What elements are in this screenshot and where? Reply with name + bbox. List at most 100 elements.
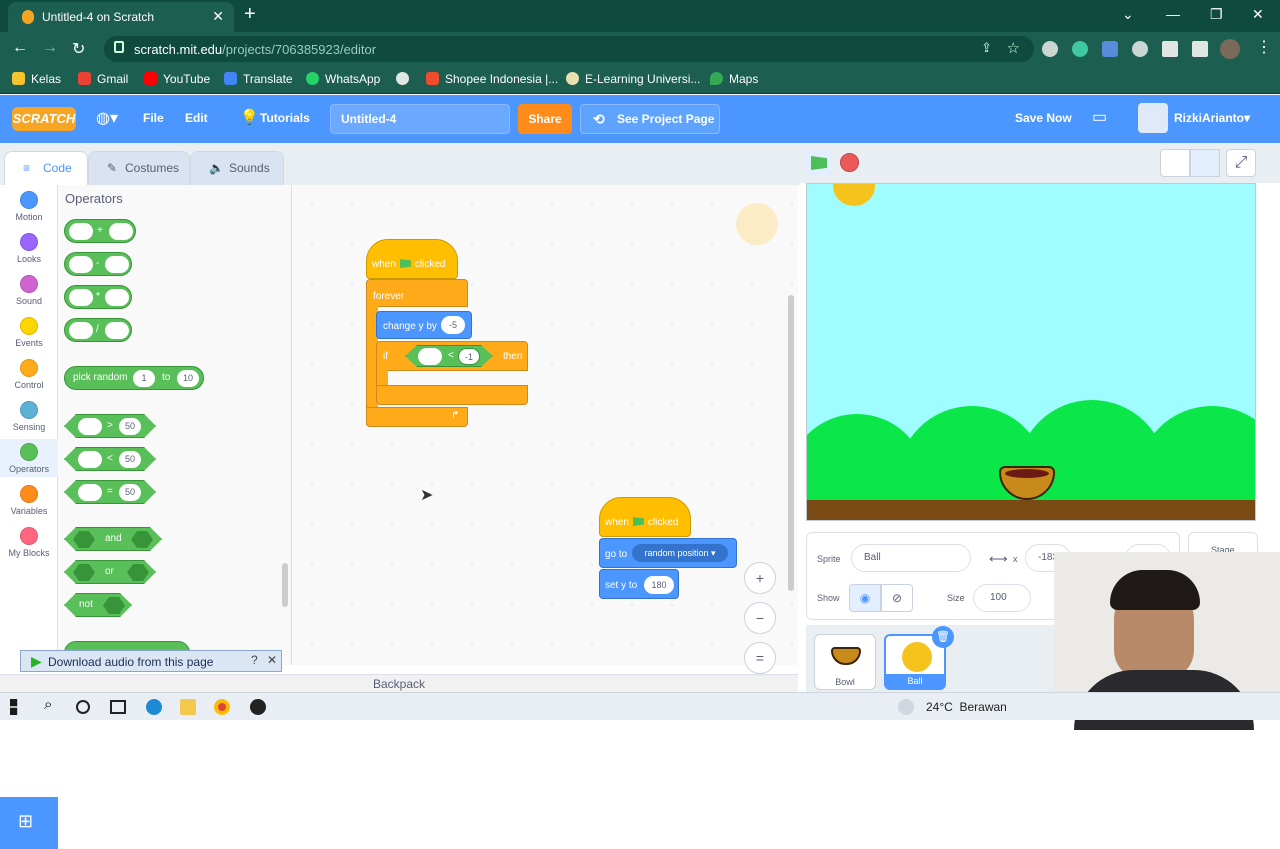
delete-sprite-icon[interactable]: 🗑 xyxy=(932,626,954,648)
fullscreen-icon[interactable]: ⤢ xyxy=(1226,149,1256,177)
workspace-scrollbar[interactable] xyxy=(788,295,794,591)
category-motion[interactable]: Motion xyxy=(0,191,58,222)
category-variables[interactable]: Variables xyxy=(0,485,58,516)
translate-extension-icon[interactable] xyxy=(1102,41,1118,57)
my-stuff-folder-icon[interactable]: ▭ xyxy=(1092,107,1107,127)
weather-text[interactable]: 24°C Berawan xyxy=(926,700,1007,714)
close-tab-icon[interactable]: ✕ xyxy=(212,8,224,25)
bookmark-translate[interactable]: Translate xyxy=(224,72,293,86)
add-block[interactable]: + xyxy=(64,219,136,243)
sprite-name-input[interactable]: Ball xyxy=(851,544,971,572)
camera-extension-icon[interactable] xyxy=(1132,41,1148,57)
edge-icon[interactable] xyxy=(146,699,162,715)
save-now-button[interactable]: Save Now xyxy=(1015,111,1072,125)
tutorials-menu[interactable]: Tutorials xyxy=(260,111,310,125)
equals-block[interactable]: = 50 xyxy=(64,480,156,504)
pick-random-block[interactable]: pick random 1 to 10 xyxy=(64,366,204,390)
if-then-block[interactable]: if < -1 then xyxy=(376,341,528,371)
sprite-thumb-bowl[interactable]: Bowl xyxy=(814,634,876,690)
extension-icon[interactable] xyxy=(1042,41,1058,57)
cortana-icon[interactable] xyxy=(76,700,90,714)
stop-button[interactable] xyxy=(840,153,859,172)
download-audio-bar[interactable]: ▶ Download audio from this page ? ✕ xyxy=(20,650,282,672)
when-flag-clicked-block[interactable]: when clicked xyxy=(366,239,458,279)
obs-icon[interactable] xyxy=(250,699,266,715)
category-my-blocks[interactable]: My Blocks xyxy=(0,527,58,558)
reload-icon[interactable]: ↻ xyxy=(72,39,85,59)
puzzle-icon[interactable] xyxy=(1162,41,1178,57)
when-flag-clicked-block-2[interactable]: when clicked xyxy=(599,497,691,537)
tab-code[interactable]: ≡ Code xyxy=(4,151,88,185)
change-y-block[interactable]: change y by -5 xyxy=(376,311,472,339)
category-looks[interactable]: Looks xyxy=(0,233,58,264)
go-to-dropdown[interactable]: random position ▾ xyxy=(632,544,728,562)
extension-icon[interactable] xyxy=(1072,41,1088,57)
tab-sounds[interactable]: 🔈 Sounds xyxy=(190,151,284,185)
bookmark-youtube[interactable]: YouTube xyxy=(144,72,210,86)
category-sensing[interactable]: Sensing xyxy=(0,401,58,432)
bookmark-elearning[interactable]: E-Learning Universi... xyxy=(566,72,700,86)
category-events[interactable]: Events xyxy=(0,317,58,348)
address-bar[interactable]: scratch.mit.edu/projects/706385923/edito… xyxy=(104,36,1034,62)
profile-avatar[interactable] xyxy=(1220,39,1240,59)
download-audio-label[interactable]: Download audio from this page xyxy=(48,655,213,669)
bookmark-maps[interactable]: Maps xyxy=(710,72,758,86)
or-block[interactable]: or xyxy=(64,560,156,584)
forward-icon[interactable]: → xyxy=(42,39,58,57)
less-than-block[interactable]: <50 xyxy=(64,447,156,471)
show-eye-icon[interactable]: ◉ xyxy=(849,584,881,612)
hide-eye-icon[interactable]: ⊘ xyxy=(881,584,913,612)
sidepanel-icon[interactable] xyxy=(1192,41,1208,57)
bookmark-shopee[interactable]: Shopee Indonesia |... xyxy=(426,72,558,86)
divide-block[interactable]: / xyxy=(64,318,132,342)
stage[interactable] xyxy=(806,183,1256,521)
task-view-icon[interactable] xyxy=(110,700,126,714)
category-control[interactable]: Control xyxy=(0,359,58,390)
category-sound[interactable]: Sound xyxy=(0,275,58,306)
username[interactable]: RizkiArianto xyxy=(1174,111,1244,125)
and-block[interactable]: and xyxy=(64,527,162,551)
menu-kebab-icon[interactable]: ⋮ xyxy=(1256,37,1272,57)
new-tab-button[interactable]: + xyxy=(244,3,256,26)
set-y-block[interactable]: set y to 180 xyxy=(599,569,679,599)
green-flag-button[interactable] xyxy=(806,150,832,176)
close-icon[interactable]: ✕ xyxy=(267,653,277,667)
tab-costumes[interactable]: ✎ Costumes xyxy=(88,151,190,185)
script-workspace[interactable]: when clicked forever ↱ change y by -5 if … xyxy=(292,185,798,674)
zoom-reset-button[interactable]: = xyxy=(744,642,776,674)
file-explorer-icon[interactable] xyxy=(180,699,196,715)
scratch-logo[interactable]: SCRATCH xyxy=(12,107,76,131)
back-icon[interactable]: ← xyxy=(12,39,28,57)
tab-search-icon[interactable]: ⌄ xyxy=(1122,6,1134,23)
size-input[interactable]: 100 xyxy=(973,584,1031,612)
palette-scrollbar[interactable] xyxy=(282,563,288,607)
small-stage-button[interactable] xyxy=(1160,149,1190,177)
less-than-condition[interactable]: < -1 xyxy=(405,345,493,367)
subtract-block[interactable]: - xyxy=(64,252,132,276)
large-stage-button[interactable] xyxy=(1190,149,1220,177)
project-title-input[interactable]: Untitled-4 xyxy=(330,104,510,134)
user-avatar[interactable] xyxy=(1138,103,1168,133)
share-button[interactable]: Share xyxy=(518,104,572,134)
minimize-icon[interactable]: — xyxy=(1166,6,1180,22)
bookmark-kelas[interactable]: Kelas xyxy=(12,72,61,86)
browser-tab[interactable]: Untitled-4 on Scratch ✕ xyxy=(8,2,234,32)
backpack[interactable]: Backpack xyxy=(0,674,798,692)
windows-start-icon[interactable] xyxy=(10,699,18,715)
ball-sprite[interactable] xyxy=(833,184,875,206)
bookmark-whatsapp[interactable]: WhatsApp xyxy=(306,72,380,86)
forever-block[interactable]: forever xyxy=(366,279,468,307)
search-icon[interactable]: ⌕ xyxy=(44,696,60,713)
share-page-icon[interactable]: ⇪ xyxy=(981,40,992,56)
help-icon[interactable]: ? xyxy=(251,653,258,667)
bookmark-globe[interactable] xyxy=(396,72,415,86)
edit-menu[interactable]: Edit xyxy=(185,111,208,125)
zoom-out-button[interactable]: − xyxy=(744,602,776,634)
not-block[interactable]: not xyxy=(64,593,132,617)
chrome-icon[interactable] xyxy=(214,699,230,715)
maximize-icon[interactable]: ❐ xyxy=(1210,6,1223,23)
bookmark-star-icon[interactable]: ☆ xyxy=(1007,39,1020,57)
sprite-thumb-ball[interactable]: Ball 🗑 xyxy=(884,626,954,690)
file-menu[interactable]: File xyxy=(143,111,164,125)
close-window-icon[interactable]: ✕ xyxy=(1252,6,1264,23)
